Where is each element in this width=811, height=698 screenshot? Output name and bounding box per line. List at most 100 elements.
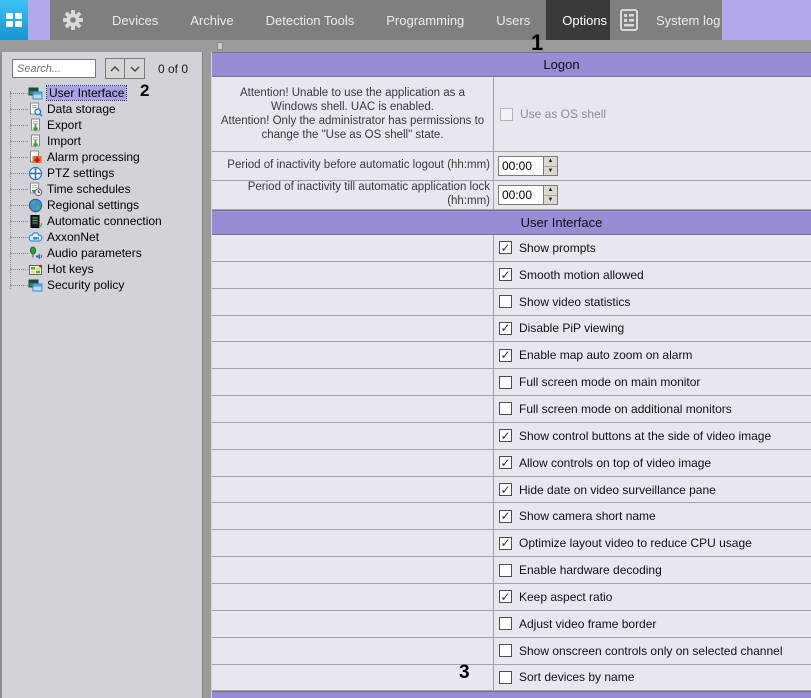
checkbox-label: Show onscreen controls only on selected … [519,644,783,658]
system-log-label[interactable]: System log [648,0,730,40]
globe-icon [28,198,43,213]
settings-gear-button[interactable] [50,0,96,40]
lock-period-value[interactable]: 00:00 [499,186,543,204]
search-result-count: 0 of 0 [158,62,188,76]
sidebar-item-import[interactable]: Import [2,133,202,149]
annotation-callout-3: 3 [459,662,470,684]
report-list-icon [618,8,640,32]
checkbox-label: Full screen mode on additional monitors [519,402,732,416]
logon-section-header: Logon [212,52,811,77]
checkbox[interactable] [499,322,512,335]
search-input[interactable] [12,59,96,78]
window-panels-icon [28,86,43,101]
checkbox-label: Show control buttons at the side of vide… [519,429,771,443]
tree-item-label: Data storage [47,102,116,116]
checkbox[interactable] [499,564,512,577]
option-row: Allow controls on top of video image [212,450,811,477]
spinner-down-icon[interactable]: ▼ [544,167,557,176]
checkbox[interactable] [499,590,512,603]
system-log-bar: System log [610,0,722,40]
option-row: Show onscreen controls only on selected … [212,638,811,665]
sidebar-item-regional-settings[interactable]: Regional settings [2,197,202,213]
spinner-buttons[interactable]: ▲ ▼ [543,157,557,175]
top-toolbar: Devices Archive Detection Tools Programm… [0,0,811,40]
checkbox[interactable] [499,617,512,630]
logout-period-value[interactable]: 00:00 [499,157,543,175]
spinner-buttons[interactable]: ▲ ▼ [543,186,557,204]
spinner-up-icon[interactable]: ▲ [544,186,557,196]
chevron-up-icon [110,66,120,72]
tab-devices[interactable]: Devices [96,0,174,40]
sidebar-item-time-schedules[interactable]: Time schedules [2,181,202,197]
annotation-callout-1: 1 [531,30,543,56]
sidebar-item-security-policy[interactable]: Security policy [2,277,202,293]
checkbox[interactable] [499,376,512,389]
tab-programming[interactable]: Programming [370,0,480,40]
checkbox[interactable] [499,429,512,442]
tree-item-label: PTZ settings [47,166,114,180]
checkbox[interactable] [499,644,512,657]
window-panels-icon [28,278,43,293]
app-menu-button[interactable] [0,0,28,40]
search-next-button[interactable] [125,58,145,79]
keyboard-icon [28,262,43,277]
option-row: Smooth motion allowed [212,262,811,289]
sidebar-item-user-interface[interactable]: User Interface [2,85,202,101]
sidebar-item-ptz-settings[interactable]: PTZ settings [2,165,202,181]
tree-item-label: Audio parameters [47,246,142,260]
option-row: Sort devices by name [212,665,811,692]
tree-item-label: Automatic connection [47,214,162,228]
sidebar-item-hot-keys[interactable]: Hot keys [2,261,202,277]
option-row: Keep aspect ratio [212,584,811,611]
tab-archive[interactable]: Archive [174,0,249,40]
sidebar-item-automatic-connection[interactable]: Automatic connection [2,213,202,229]
tree-item-label: Import [47,134,81,148]
checkbox[interactable] [499,295,512,308]
os-shell-checkbox[interactable] [500,108,513,121]
checkbox[interactable] [499,456,512,469]
next-section-header-partial [212,691,811,698]
checkbox-label: Show camera short name [519,509,656,523]
checkbox[interactable] [499,671,512,684]
search-prev-button[interactable] [105,58,125,79]
spinner-up-icon[interactable]: ▲ [544,157,557,167]
sidebar-item-export[interactable]: Export [2,117,202,133]
sidebar-item-audio-parameters[interactable]: Audio parameters [2,245,202,261]
search-row: 0 of 0 [12,58,202,79]
tree-item-label: Alarm processing [47,150,140,164]
tree-item-label: AxxonNet [47,230,99,244]
sidebar-item-axxonnet[interactable]: AxxonNet [2,229,202,245]
splitter-handle[interactable] [217,42,223,50]
tree-item-label: Security policy [47,278,124,292]
user-interface-section-header: User Interface [212,210,811,235]
checkbox-label: Show prompts [519,241,596,255]
option-row: Enable map auto zoom on alarm [212,342,811,369]
checkbox-label: Allow controls on top of video image [519,456,711,470]
option-row: Show video statistics [212,289,811,316]
checkbox[interactable] [499,349,512,362]
alarm-bell-icon [28,150,43,165]
checkbox[interactable] [499,510,512,523]
annotation-callout-2: 2 [140,81,149,101]
spinner-down-icon[interactable]: ▼ [544,196,557,205]
checkbox[interactable] [499,483,512,496]
lock-period-spinner[interactable]: 00:00 ▲ ▼ [498,185,558,205]
ptz-crosshair-icon [28,166,43,181]
checkbox-label: Full screen mode on main monitor [519,375,700,389]
document-arrow-icon [28,134,43,149]
checkbox-label: Sort devices by name [519,670,634,684]
app-grid-icon [6,13,22,27]
document-search-icon [28,102,43,117]
settings-tree: User Interface Data storage Export [2,85,202,293]
tree-item-label: User Interface [47,86,126,100]
tab-detection-tools[interactable]: Detection Tools [250,0,371,40]
checkbox[interactable] [499,537,512,550]
sidebar-item-alarm-processing[interactable]: Alarm processing [2,149,202,165]
checkbox[interactable] [499,241,512,254]
sidebar-item-data-storage[interactable]: Data storage [2,101,202,117]
logout-period-spinner[interactable]: 00:00 ▲ ▼ [498,156,558,176]
option-row: Enable hardware decoding [212,557,811,584]
system-log-button[interactable] [610,0,648,40]
checkbox[interactable] [499,268,512,281]
checkbox[interactable] [499,402,512,415]
